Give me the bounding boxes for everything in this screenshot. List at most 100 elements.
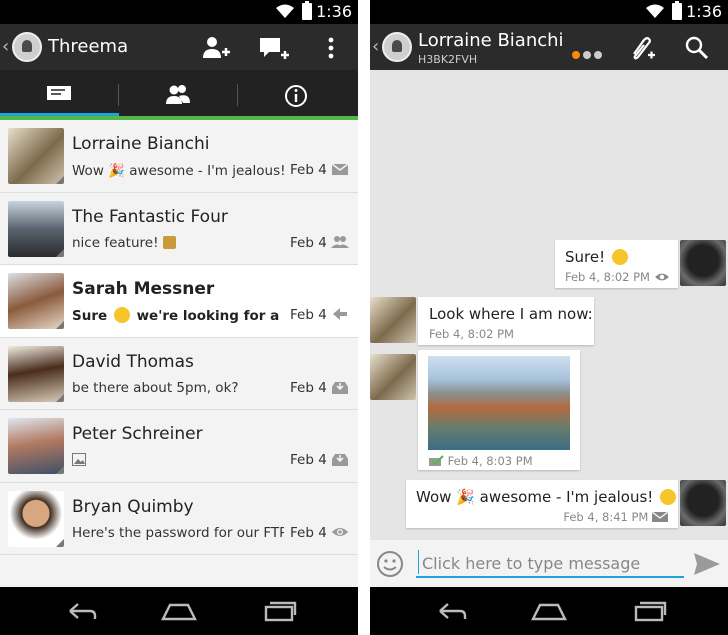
lock-icon <box>162 235 176 249</box>
nav-bar <box>0 587 358 635</box>
trust-dot <box>594 51 602 59</box>
tab-messages[interactable] <box>0 70 119 120</box>
new-message-button[interactable] <box>258 34 289 62</box>
message-date: Feb 4 <box>290 307 327 323</box>
back-icon[interactable] <box>62 599 98 623</box>
conversation-list: Lorraine Bianchi Wow 🎉 awesome - I'm jea… <box>0 120 358 555</box>
tab-contacts[interactable] <box>119 70 238 120</box>
inbox-icon <box>332 381 348 394</box>
wifi-icon <box>276 4 294 18</box>
home-icon[interactable] <box>160 599 198 623</box>
message-date: Feb 4 <box>290 162 327 178</box>
inbox-icon <box>332 454 348 466</box>
party-icon: 🎉 <box>456 488 475 506</box>
people-icon <box>166 85 190 104</box>
message-preview: Wow 🎉 awesome - I'm jealous! <box>72 162 284 179</box>
avatar <box>8 345 64 402</box>
envelope-icon <box>651 511 669 522</box>
trust-dot <box>583 51 591 59</box>
list-item[interactable]: Peter Schreiner Feb 4 <box>0 410 358 483</box>
contact-avatar[interactable] <box>382 32 412 62</box>
home-icon[interactable] <box>530 599 568 623</box>
threema-logo[interactable] <box>12 32 42 62</box>
message-text: Look where I am now: <box>429 305 593 323</box>
list-item[interactable]: David Thomas be there about 5pm, ok? Feb… <box>0 337 358 410</box>
tab-info[interactable] <box>238 70 358 120</box>
own-avatar <box>680 240 726 286</box>
message-bubble-outgoing[interactable]: Sure! Feb 4, 8:02 PM <box>555 240 678 288</box>
avatar <box>8 490 64 547</box>
tab-bar <box>0 70 358 120</box>
contact-name: Sarah Messner <box>72 279 215 299</box>
paperclip-icon <box>633 37 655 60</box>
add-contact-button[interactable] <box>200 34 230 62</box>
app-title: Threema <box>48 36 129 57</box>
own-avatar <box>680 480 726 526</box>
list-item[interactable]: The Fantastic Four nice feature! Feb 4 <box>0 192 358 265</box>
add-message-icon <box>260 38 289 59</box>
status-bar: 1:36 <box>0 0 358 24</box>
emoji-icon[interactable] <box>376 550 404 578</box>
search-button[interactable] <box>682 34 712 62</box>
message-bubble-outgoing[interactable]: Wow 🎉 awesome - I'm jealous! Feb 4, 8:41… <box>406 480 678 528</box>
message-text: Sure! <box>565 248 668 266</box>
message-input[interactable]: Click here to type message <box>416 548 684 578</box>
trust-dot <box>572 51 580 59</box>
send-icon[interactable] <box>692 550 722 578</box>
recent-apps-icon[interactable] <box>262 599 298 623</box>
conversations-screen: 1:36 ‹ Threema Lorraine Bianchi Wow 🎉 aw… <box>0 0 358 635</box>
up-chevron-icon[interactable]: ‹ <box>372 36 379 57</box>
message-date: Feb 4 <box>290 524 327 541</box>
message-meta: Feb 4, 8:02 PM <box>565 270 669 284</box>
attach-button[interactable] <box>626 34 656 62</box>
image-icon <box>72 453 86 466</box>
message-meta: Feb 4, 8:02 PM <box>429 327 514 341</box>
envelope-icon <box>331 163 349 175</box>
message-preview: be there about 5pm, ok? <box>72 379 239 396</box>
trust-level-indicator <box>572 44 605 63</box>
grin-icon <box>660 489 677 505</box>
eye-icon <box>654 273 669 281</box>
message-text: Wow 🎉 awesome - I'm jealous! <box>416 488 677 506</box>
contact-avatar-small <box>370 354 416 400</box>
wink-icon <box>611 249 628 265</box>
message-preview: nice feature! <box>72 235 176 251</box>
party-icon: 🎉 <box>108 163 125 179</box>
contact-name: The Fantastic Four <box>72 206 228 227</box>
wink-icon <box>113 307 130 323</box>
screen-divider <box>358 0 370 635</box>
list-item[interactable]: Lorraine Bianchi Wow 🎉 awesome - I'm jea… <box>0 120 358 193</box>
status-bar: 1:36 <box>370 0 728 24</box>
up-chevron-icon[interactable]: ‹ <box>2 36 9 57</box>
composer: Click here to type message <box>370 540 728 588</box>
message-icon <box>47 86 71 100</box>
info-icon <box>285 85 307 107</box>
action-bar: ‹ Lorraine Bianchi H3BK2FVH <box>370 24 728 70</box>
contact-name: Lorraine Bianchi <box>418 30 564 51</box>
message-preview <box>72 452 86 468</box>
message-bubble-incoming[interactable]: Look where I am now: Feb 4, 8:02 PM <box>418 297 594 345</box>
more-vert-icon <box>328 37 334 59</box>
overflow-menu-button[interactable] <box>316 34 346 62</box>
status-time: 1:36 <box>316 2 352 21</box>
reply-arrow-icon <box>333 308 347 320</box>
contact-name: Lorraine Bianchi <box>72 134 210 154</box>
message-preview: Sure we're looking for a good... <box>72 307 284 324</box>
message-preview: Here's the password for our FTP... <box>72 524 284 541</box>
message-bubble-image[interactable]: Feb 4, 8:03 PM <box>418 350 580 470</box>
wifi-icon <box>646 4 664 18</box>
recent-apps-icon[interactable] <box>632 599 668 623</box>
contact-avatar-small <box>370 297 416 343</box>
contact-name: Bryan Quimby <box>72 496 194 517</box>
list-item[interactable]: Bryan Quimby Here's the password for our… <box>0 482 358 555</box>
group-icon <box>331 235 349 248</box>
status-time: 1:36 <box>686 2 722 21</box>
contact-header[interactable]: Lorraine Bianchi H3BK2FVH <box>418 30 564 66</box>
contact-name: David Thomas <box>72 351 194 372</box>
list-item[interactable]: Sarah Messner Sure we're looking for a g… <box>0 265 358 338</box>
avatar <box>8 273 64 329</box>
photo-thumbnail[interactable] <box>428 356 570 450</box>
avatar <box>8 418 64 474</box>
search-icon <box>685 36 709 60</box>
back-icon[interactable] <box>432 599 468 623</box>
